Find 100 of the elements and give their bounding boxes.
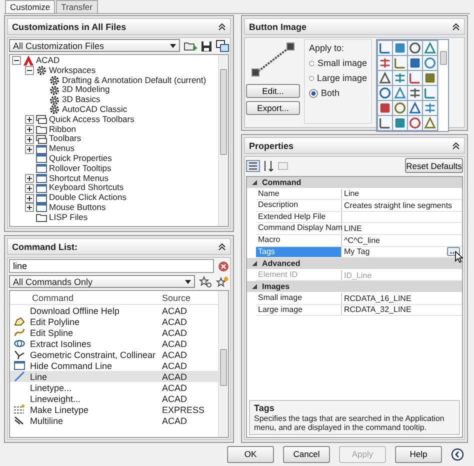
image-tile[interactable] bbox=[408, 101, 422, 115]
image-button[interactable]: Export... bbox=[246, 101, 300, 115]
tree-toggle[interactable] bbox=[25, 124, 34, 134]
reset-defaults-button[interactable]: Reset Defaults bbox=[405, 158, 463, 173]
windows-icon[interactable] bbox=[216, 40, 229, 52]
dialog-button[interactable]: Cancel bbox=[283, 446, 330, 462]
command-row[interactable]: Edit Polyline ACAD bbox=[10, 316, 218, 327]
property-value[interactable]: RCDATA_16_LINE bbox=[344, 294, 412, 303]
image-tile[interactable] bbox=[408, 41, 422, 55]
command-row[interactable]: Geometric Constraint, Collinear ACAD bbox=[10, 349, 218, 360]
property-name[interactable]: Small image bbox=[256, 292, 342, 304]
tree-item[interactable]: Workspaces bbox=[49, 66, 96, 76]
image-tile[interactable] bbox=[423, 86, 437, 100]
collapse-icon[interactable] bbox=[218, 22, 226, 30]
tree-item[interactable]: 3D Modeling bbox=[62, 85, 110, 96]
image-tile[interactable] bbox=[393, 86, 407, 100]
tree-item[interactable]: ACAD bbox=[36, 56, 60, 66]
tree-item[interactable]: Mouse Buttons bbox=[49, 202, 106, 213]
property-value[interactable]: Creates straight line segments bbox=[344, 200, 452, 210]
command-row[interactable]: Line ACAD bbox=[10, 371, 218, 382]
tree-item[interactable]: 3D Basics bbox=[62, 95, 100, 105]
image-button[interactable]: Edit... bbox=[246, 84, 300, 98]
radio-button[interactable] bbox=[309, 74, 314, 82]
tree-item[interactable]: Ribbon bbox=[49, 124, 76, 134]
scrollbar[interactable] bbox=[218, 291, 228, 437]
property-value[interactable]: My Tag bbox=[344, 247, 370, 256]
collapse-icon[interactable] bbox=[452, 22, 460, 30]
tree-toggle[interactable] bbox=[12, 56, 21, 66]
image-tile[interactable] bbox=[393, 101, 407, 115]
command-row[interactable]: Edit Spline ACAD bbox=[10, 327, 218, 338]
property-value[interactable]: RCDATA_32_LINE bbox=[344, 305, 412, 314]
browse-button[interactable] bbox=[447, 247, 460, 256]
tree-toggle[interactable] bbox=[25, 203, 34, 212]
command-row[interactable]: Multiline ACAD bbox=[10, 415, 218, 426]
image-tile[interactable] bbox=[378, 41, 392, 55]
image-tile[interactable] bbox=[378, 101, 392, 115]
tab[interactable]: Transfer bbox=[56, 0, 98, 13]
sort-icon[interactable] bbox=[263, 160, 274, 172]
tree-item[interactable]: Toolbars bbox=[49, 134, 82, 144]
tree-toggle[interactable] bbox=[25, 194, 34, 203]
property-value[interactable]: ^C^C_line bbox=[344, 236, 380, 245]
image-tile[interactable] bbox=[408, 116, 422, 130]
image-tile[interactable] bbox=[423, 101, 437, 115]
image-tile[interactable] bbox=[393, 71, 407, 85]
tree-item[interactable]: AutoCAD Classic bbox=[62, 104, 128, 115]
tree-toggle[interactable] bbox=[25, 134, 34, 144]
search-field[interactable]: line bbox=[9, 259, 214, 273]
tree-item[interactable]: Shortcut Menus bbox=[49, 174, 109, 184]
command-row[interactable]: Lineweight... ACAD bbox=[10, 393, 218, 404]
tree-item[interactable]: Quick Properties bbox=[49, 154, 112, 164]
image-tile[interactable] bbox=[378, 71, 392, 85]
property-name[interactable]: Large image bbox=[256, 304, 342, 316]
column-header[interactable]: Command bbox=[10, 292, 162, 302]
tree-item[interactable]: Drafting & Annotation Default (current) bbox=[62, 76, 206, 86]
image-tile[interactable] bbox=[378, 56, 392, 70]
property-value[interactable]: Line bbox=[344, 189, 360, 198]
tree-item[interactable]: Quick Access Toolbars bbox=[49, 114, 134, 125]
collapse-icon[interactable] bbox=[452, 142, 460, 150]
property-name[interactable]: Macro bbox=[256, 234, 342, 246]
dialog-button[interactable]: OK bbox=[227, 446, 274, 462]
property-name[interactable]: Description bbox=[256, 200, 342, 211]
property-name[interactable]: Name bbox=[256, 188, 342, 200]
collapse-icon[interactable] bbox=[218, 242, 226, 250]
image-tile[interactable] bbox=[423, 41, 437, 55]
image-tile[interactable] bbox=[423, 56, 437, 70]
chevron-circle-icon[interactable] bbox=[451, 448, 464, 460]
image-tile[interactable] bbox=[378, 116, 392, 130]
tree-toggle[interactable] bbox=[25, 174, 34, 183]
column-header[interactable]: Source bbox=[162, 292, 191, 302]
categorized-icon[interactable] bbox=[246, 160, 260, 172]
property-name[interactable]: Command Display Nam bbox=[256, 223, 342, 234]
tab[interactable]: Customize bbox=[5, 0, 56, 13]
files-dropdown[interactable]: All Customization Files bbox=[9, 39, 180, 52]
command-row[interactable]: Extract Isolines ACAD bbox=[10, 338, 218, 349]
tree-toggle[interactable] bbox=[25, 66, 34, 76]
radio-button[interactable] bbox=[309, 58, 314, 68]
scrollbar[interactable] bbox=[438, 40, 448, 131]
command-row[interactable]: Hide Command Line ACAD bbox=[10, 360, 218, 371]
command-row[interactable]: Make Linetype EXPRESS bbox=[10, 404, 218, 415]
image-tile[interactable] bbox=[408, 86, 422, 100]
image-tile[interactable] bbox=[408, 71, 422, 85]
image-tile[interactable] bbox=[393, 116, 407, 130]
property-value[interactable]: LINE bbox=[344, 224, 362, 234]
star-search-icon[interactable] bbox=[199, 276, 212, 288]
tree-toggle[interactable] bbox=[25, 144, 34, 154]
tree-item[interactable]: Rollover Tooltips bbox=[49, 164, 112, 174]
filter-dropdown[interactable]: All Commands Only bbox=[9, 275, 195, 288]
star-icon[interactable] bbox=[216, 276, 229, 288]
dialog-button[interactable]: Help bbox=[395, 446, 442, 462]
category-toggle[interactable] bbox=[251, 260, 258, 267]
tree-item[interactable]: Double Click Actions bbox=[49, 193, 126, 203]
open-folder-icon[interactable] bbox=[184, 40, 197, 52]
image-tile[interactable] bbox=[423, 71, 437, 85]
category-toggle[interactable] bbox=[251, 178, 258, 186]
property-name[interactable]: Extended Help File bbox=[256, 212, 342, 222]
tree-item[interactable]: Keyboard Shortcuts bbox=[49, 183, 124, 194]
save-icon[interactable] bbox=[201, 40, 212, 52]
command-row[interactable]: Download Offline Help ACAD bbox=[10, 305, 218, 316]
command-row[interactable]: Linetype... ACAD bbox=[10, 382, 218, 393]
tree-item[interactable]: Menus bbox=[49, 144, 75, 154]
